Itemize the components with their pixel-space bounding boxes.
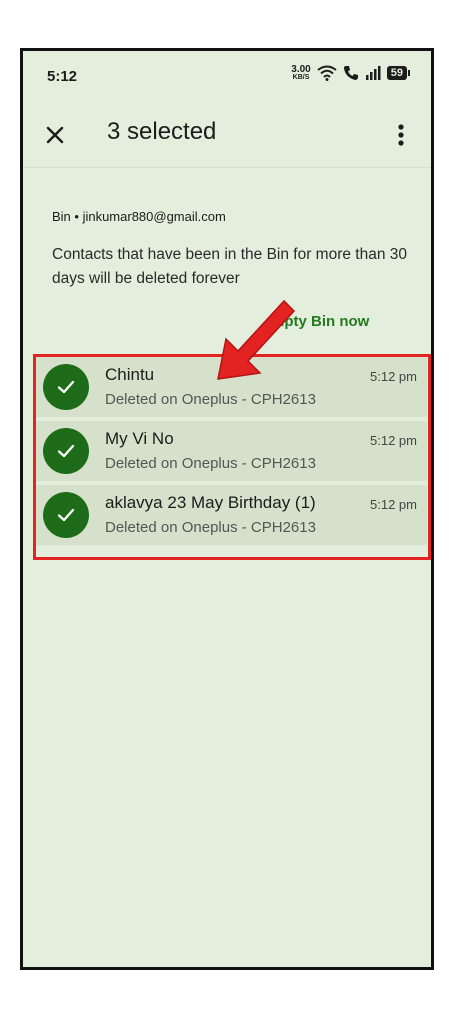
check-icon	[57, 380, 75, 394]
contact-name: Chintu	[105, 365, 155, 384]
annotation-arrow-icon	[217, 299, 296, 380]
selected-check[interactable]	[43, 364, 89, 410]
contact-row[interactable]: aklavya 23 May Birthday (1) Deleted on O…	[35, 485, 427, 545]
contact-name: aklavya 23 May Birthday (1)	[105, 493, 316, 512]
selected-check[interactable]	[43, 428, 89, 474]
status-bar: 5:12 3.00 KB/S 59	[23, 51, 431, 103]
more-vert-icon[interactable]	[389, 121, 413, 149]
status-time: 5:12	[47, 68, 78, 85]
contact-subtitle: Deleted on Oneplus - CPH2613	[105, 391, 316, 408]
check-icon	[57, 444, 75, 458]
contact-time: 5:12 pm	[370, 433, 417, 448]
call-icon	[343, 66, 358, 80]
contact-name: My Vi No	[105, 429, 174, 448]
bin-account-label: Bin • jinkumar880@gmail.com	[52, 209, 226, 224]
check-icon	[57, 508, 75, 522]
status-icons: 3.00 KB/S 59	[291, 64, 411, 82]
close-icon[interactable]	[39, 119, 71, 151]
contact-time: 5:12 pm	[370, 497, 417, 512]
app-bar: 3 selected	[23, 103, 431, 168]
phone-screen: 5:12 3.00 KB/S 59 3 selected Bin • jinku…	[20, 48, 434, 970]
contact-list: Chintu Deleted on Oneplus - CPH2613 5:12…	[35, 357, 427, 549]
battery-icon: 59	[386, 66, 411, 80]
contact-row[interactable]: My Vi No Deleted on Oneplus - CPH2613 5:…	[35, 421, 427, 481]
contact-subtitle: Deleted on Oneplus - CPH2613	[105, 519, 316, 536]
page-title: 3 selected	[107, 118, 217, 145]
wifi-icon	[317, 65, 337, 81]
contact-time: 5:12 pm	[370, 369, 417, 384]
signal-icon	[365, 66, 381, 80]
network-speed: 3.00 KB/S	[291, 64, 311, 82]
contact-subtitle: Deleted on Oneplus - CPH2613	[105, 455, 316, 472]
selected-check[interactable]	[43, 492, 89, 538]
